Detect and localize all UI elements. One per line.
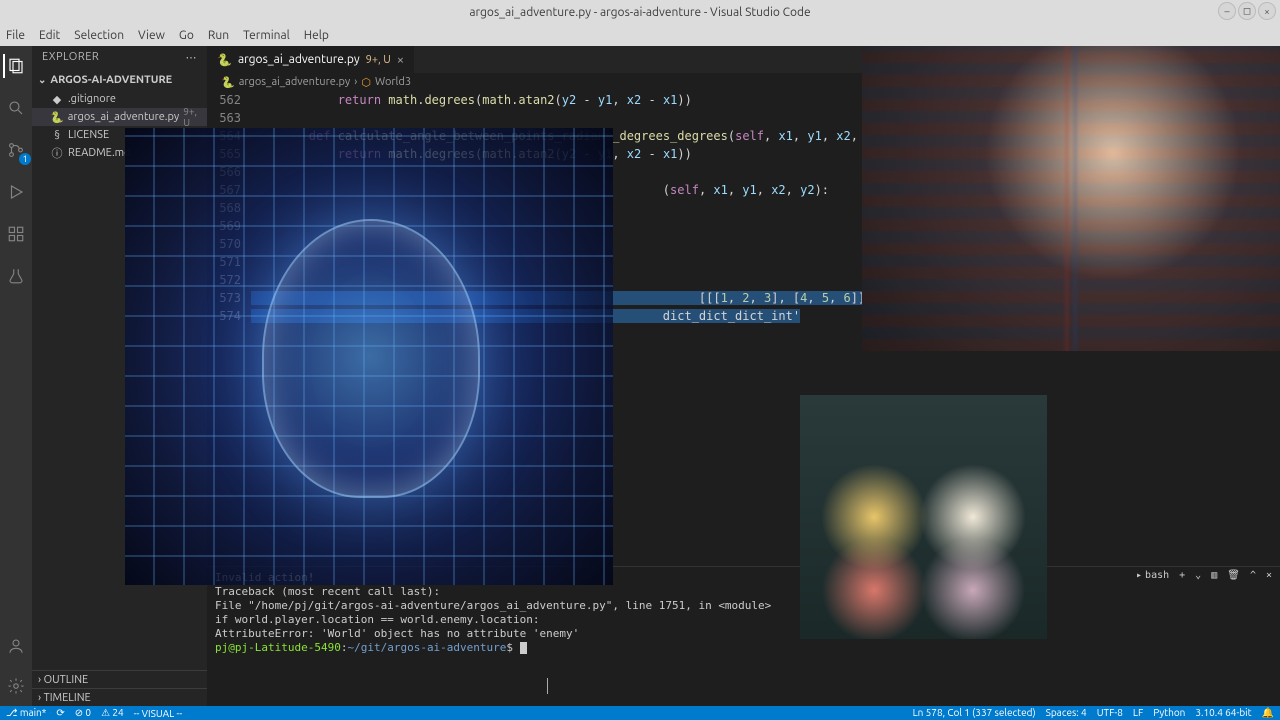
file-gitignore[interactable]: ◆ .gitignore [32, 90, 207, 108]
menu-run[interactable]: Run [208, 29, 229, 42]
sidebar-title: EXPLORER [42, 51, 99, 63]
overlay-webcam-feed [862, 46, 1280, 351]
folder-title[interactable]: ⌄ ARGOS-AI-ADVENTURE [32, 70, 207, 90]
menu-go[interactable]: Go [179, 29, 194, 42]
account-icon[interactable] [4, 634, 28, 658]
close-panel-icon[interactable]: × [1266, 569, 1272, 583]
sync-icon[interactable]: ⟳ [56, 707, 64, 719]
debug-icon[interactable] [4, 180, 28, 204]
sidebar-more-icon[interactable]: ⋯ [186, 51, 198, 64]
status-bar: ⎇ main* ⟳ ⊘ 0 ⚠ 24 -- VISUAL -- Ln 578, … [0, 706, 1280, 720]
chevron-down-icon[interactable]: ⌄ [1195, 569, 1201, 583]
testing-icon[interactable] [4, 264, 28, 288]
activity-bar: 1 [0, 46, 32, 706]
encoding[interactable]: UTF-8 [1097, 707, 1123, 719]
source-control-icon[interactable]: 1 [4, 138, 28, 162]
python-interpreter[interactable]: 3.10.4 64-bit [1195, 707, 1251, 719]
extensions-icon[interactable] [4, 222, 28, 246]
class-icon: ⬡ [361, 76, 371, 89]
vim-mode: -- VISUAL -- [134, 708, 183, 719]
menu-help[interactable]: Help [304, 29, 329, 42]
terminal-cursor [520, 642, 527, 654]
language-mode[interactable]: Python [1153, 707, 1185, 719]
chevron-right-icon: › [38, 692, 41, 704]
menu-file[interactable]: File [6, 29, 25, 42]
notifications-icon[interactable]: 🔔 [1262, 707, 1274, 719]
info-icon: ⓘ [50, 145, 64, 161]
menu-edit[interactable]: Edit [39, 29, 60, 42]
timeline-section[interactable]: › TIMELINE [32, 688, 207, 706]
warnings-count[interactable]: ⚠ 24 [101, 707, 124, 719]
indentation[interactable]: Spaces: 4 [1046, 707, 1087, 719]
menu-selection[interactable]: Selection [74, 29, 124, 42]
overlay-brain-image [125, 128, 613, 585]
terminal-prompt-line[interactable]: pj@pj-Latitude-5490:~/git/argos-ai-adven… [215, 641, 1272, 655]
python-icon: 🐍 [217, 53, 232, 67]
maximize-panel-icon[interactable]: ^ [1250, 569, 1256, 583]
explorer-icon[interactable] [3, 54, 27, 78]
cursor-position[interactable]: Ln 578, Col 1 (337 selected) [913, 707, 1036, 719]
text-cursor [547, 678, 548, 694]
git-branch[interactable]: ⎇ main* [6, 707, 46, 719]
terminal-toolbar: ▸ bash + ⌄ ▥ 🗑 ^ × [1136, 569, 1272, 583]
menu-view[interactable]: View [138, 29, 165, 42]
kill-terminal-icon[interactable]: 🗑 [1227, 569, 1240, 583]
file-icon: § [50, 129, 64, 141]
split-terminal-icon[interactable]: ▥ [1211, 569, 1217, 583]
menu-terminal[interactable]: Terminal [243, 29, 290, 42]
terminal-panel[interactable]: ▸ bash + ⌄ ▥ 🗑 ^ × Invalid action!Traceb… [207, 566, 1280, 706]
outline-section[interactable]: › OUTLINE [32, 670, 207, 688]
close-icon[interactable]: × [397, 53, 404, 67]
file-icon: ◆ [50, 93, 64, 106]
chevron-right-icon: › [38, 674, 41, 686]
tab-argos-py[interactable]: 🐍 argos_ai_adventure.py 9+, U × [207, 46, 415, 73]
window-controls: – ◻ × [1218, 2, 1276, 20]
eol[interactable]: LF [1133, 707, 1143, 719]
python-icon: 🐍 [221, 76, 235, 89]
overlay-painting-image [800, 395, 1047, 639]
terminal-shell-selector[interactable]: ▸ bash [1136, 569, 1169, 583]
gear-icon[interactable] [4, 674, 28, 698]
sidebar-header: EXPLORER ⋯ [32, 46, 207, 68]
maximize-button[interactable]: ◻ [1238, 2, 1256, 20]
new-terminal-icon[interactable]: + [1179, 569, 1185, 583]
minimize-button[interactable]: – [1218, 2, 1236, 20]
menubar: File Edit Selection View Go Run Terminal… [0, 24, 1280, 46]
window-titlebar: argos_ai_adventure.py - argos-ai-adventu… [0, 0, 1280, 24]
file-argos-py[interactable]: 🐍 argos_ai_adventure.py 9+, U [32, 108, 207, 126]
errors-count[interactable]: ⊘ 0 [75, 707, 91, 719]
search-icon[interactable] [4, 96, 28, 120]
chevron-down-icon: ⌄ [38, 74, 46, 86]
close-button[interactable]: × [1258, 2, 1276, 20]
python-icon: 🐍 [50, 111, 64, 124]
window-title: argos_ai_adventure.py - argos-ai-adventu… [469, 6, 810, 19]
